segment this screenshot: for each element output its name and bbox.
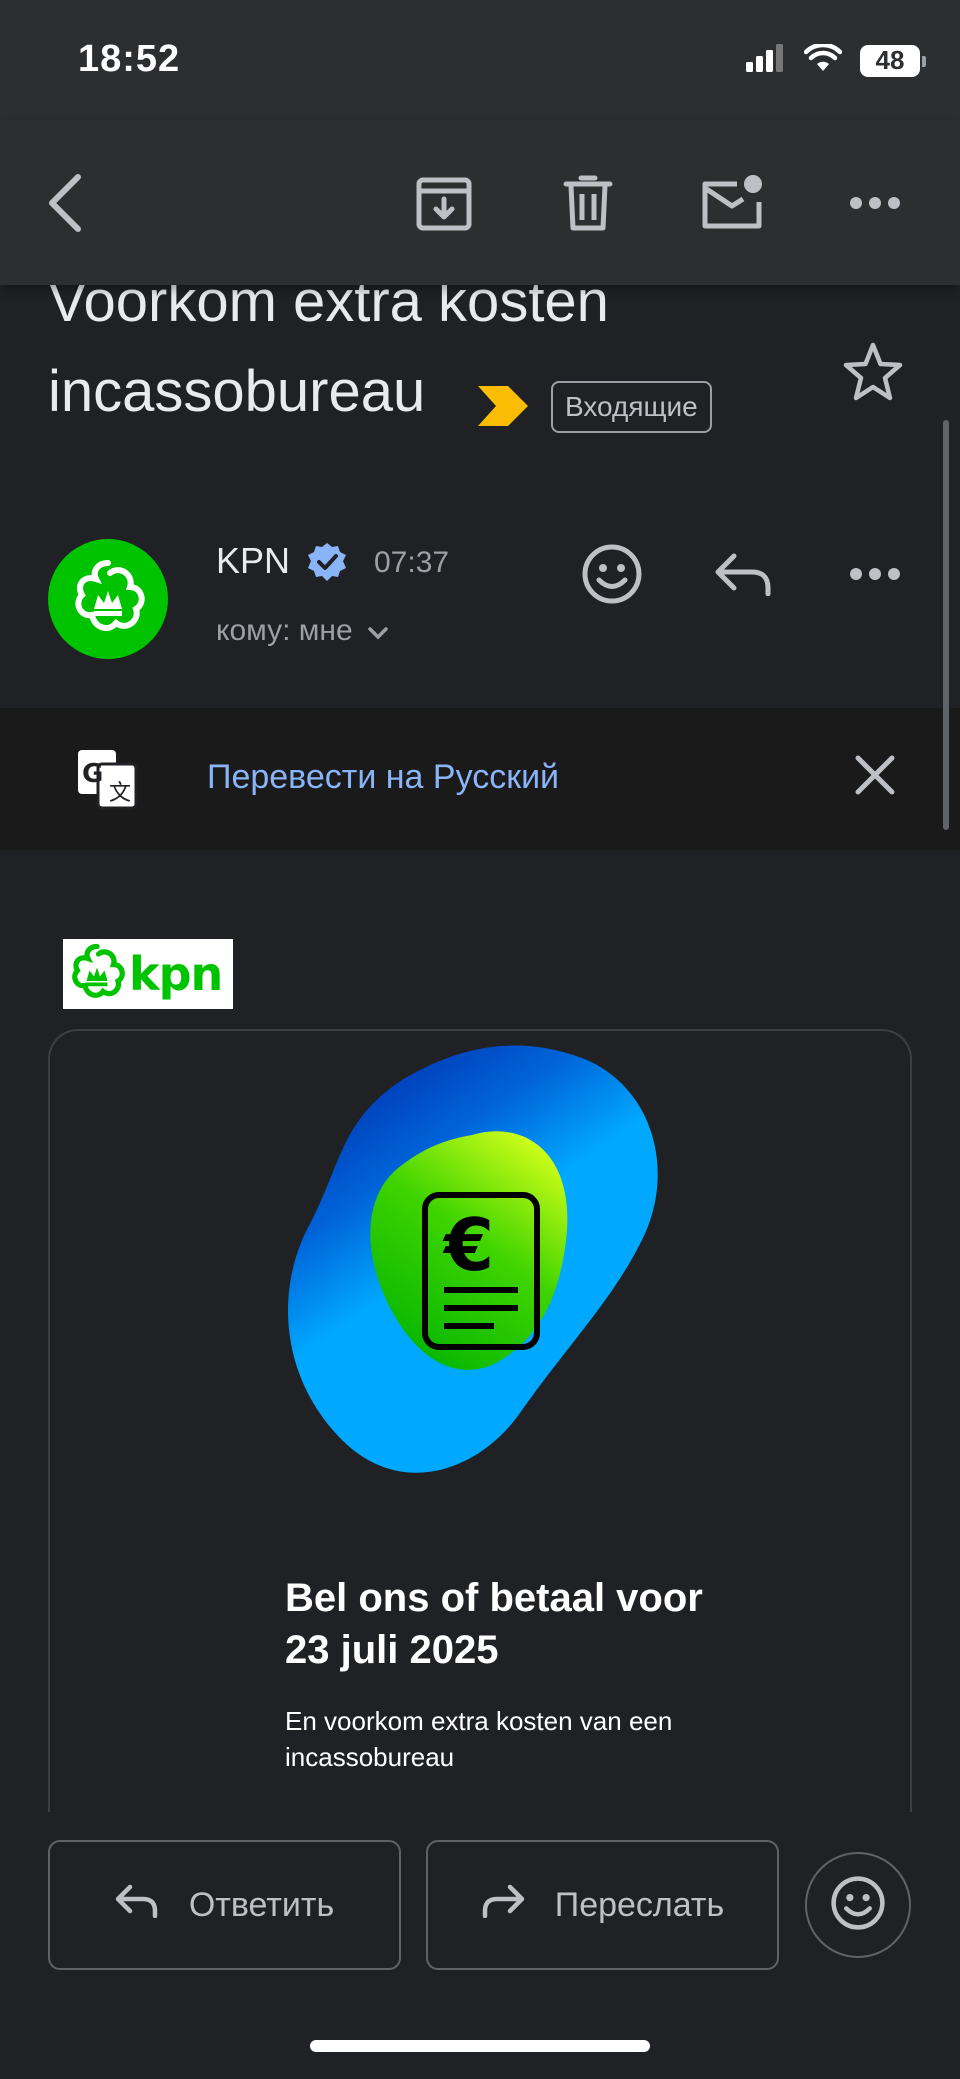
- reply-label: Ответить: [188, 1885, 335, 1924]
- sender-avatar[interactable]: [48, 539, 168, 659]
- kpn-logo-text: kpn: [129, 947, 223, 1001]
- kpn-logo[interactable]: kpn: [63, 939, 233, 1009]
- email-subject-line2: incassobureau: [48, 359, 426, 424]
- battery-indicator: 48: [860, 44, 926, 77]
- more-horizontal-icon: [849, 567, 901, 586]
- back-arrow-icon: [44, 173, 88, 238]
- back-button[interactable]: [26, 165, 106, 245]
- add-reaction-button[interactable]: [572, 536, 652, 616]
- reply-action-button[interactable]: Ответить: [48, 1840, 401, 1970]
- importance-marker-icon[interactable]: [476, 384, 530, 433]
- sender-name[interactable]: KPN: [216, 540, 290, 582]
- email-headline: Bel ons of betaal voor 23 juli 2025: [285, 1576, 703, 1672]
- recipient-toggle[interactable]: кому: мне: [216, 614, 389, 648]
- battery-level: 48: [875, 45, 905, 75]
- forward-action-button[interactable]: Переслать: [426, 1840, 779, 1970]
- reply-icon: [115, 1884, 159, 1927]
- emoji-icon: [581, 543, 643, 610]
- translate-link[interactable]: Перевести на Русский: [207, 758, 559, 797]
- message-more-button[interactable]: [835, 536, 915, 616]
- invoice-euro-illustration: €: [282, 1040, 682, 1505]
- kpn-crown-small-icon: [67, 942, 127, 1007]
- chevron-down-icon: [367, 614, 389, 648]
- status-time: 18:52: [78, 38, 181, 80]
- forward-icon: [481, 1884, 525, 1927]
- mark-unread-button[interactable]: [692, 165, 772, 245]
- archive-button[interactable]: [404, 165, 484, 245]
- reply-button[interactable]: [703, 536, 783, 616]
- status-bar: 18:52 48: [0, 0, 960, 120]
- google-translate-icon: G文: [76, 748, 138, 815]
- wifi-icon: [803, 42, 843, 77]
- svg-text:文: 文: [109, 781, 131, 806]
- svg-text:€: €: [442, 1203, 494, 1287]
- reply-icon: [714, 552, 772, 601]
- emoji-icon: [830, 1875, 886, 1936]
- archive-icon: [415, 174, 473, 237]
- signal-icon: [746, 44, 786, 77]
- close-icon[interactable]: [850, 750, 900, 805]
- svg-text:G: G: [82, 759, 103, 789]
- forward-label: Переслать: [554, 1885, 725, 1924]
- verified-badge-icon[interactable]: [306, 541, 348, 588]
- star-icon[interactable]: [842, 342, 904, 407]
- recipient-label: кому: мне: [216, 614, 353, 647]
- email-time: 07:37: [374, 546, 450, 579]
- delete-button[interactable]: [548, 165, 628, 245]
- trash-icon: [563, 174, 613, 237]
- emoji-reaction-button[interactable]: [805, 1852, 911, 1958]
- mark-unread-icon: [699, 174, 765, 237]
- inbox-label-chip[interactable]: Входящие: [551, 381, 712, 433]
- more-button[interactable]: [835, 165, 915, 245]
- email-toolbar: [0, 120, 960, 285]
- status-icons: 48: [746, 42, 926, 77]
- more-horizontal-icon: [849, 196, 901, 215]
- email-body-text: En voorkom extra kosten van een incassob…: [285, 1706, 673, 1772]
- home-indicator[interactable]: [310, 2040, 650, 2052]
- scrollbar[interactable]: [943, 420, 949, 830]
- kpn-crown-logo-icon: [68, 557, 148, 642]
